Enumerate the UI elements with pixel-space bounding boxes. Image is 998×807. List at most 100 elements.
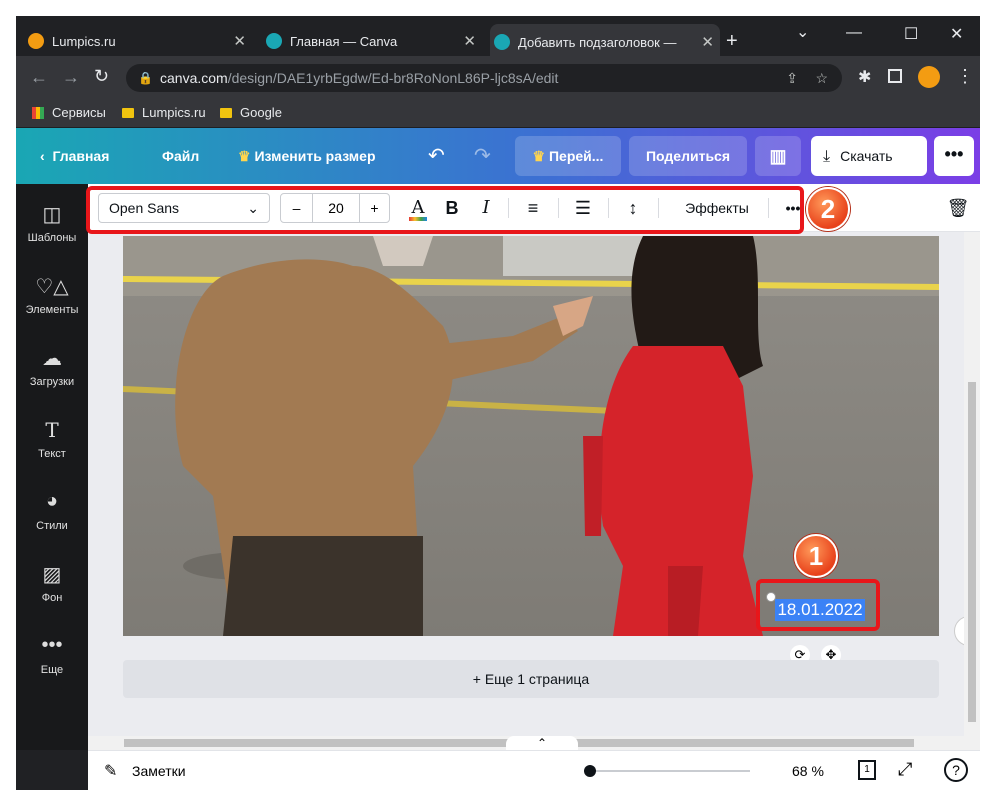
text-icon: T: [45, 418, 59, 442]
share-button[interactable]: Поделиться: [629, 136, 747, 176]
crown-icon: ♛: [238, 148, 251, 164]
sidebar-item-templates[interactable]: ◫ Шаблоны: [16, 202, 88, 244]
browser-window: Lumpics.ru ✕ Главная — Canva ✕ Добавить …: [16, 16, 980, 790]
new-tab-icon[interactable]: +: [726, 30, 738, 53]
download-button[interactable]: ⤓ Скачать: [811, 136, 927, 176]
step-badge-2: 2: [806, 187, 850, 231]
notes-icon[interactable]: ✎: [104, 761, 117, 781]
download-label: Скачать: [840, 148, 893, 164]
editor-sidebar: ◫ Шаблоны ♡△ Элементы ☁ Загрузки T Текст ◕ Ст…: [16, 184, 88, 750]
close-tab-icon[interactable]: ✕: [463, 32, 476, 50]
folder-icon: [122, 107, 134, 118]
design-canvas: 18.01.2022 ⟳ ✥ + Еще 1 страница: [88, 232, 980, 736]
upgrade-label: Перей...: [548, 148, 604, 164]
bottom-bar: ✎ Заметки 68 % 1 ⤢ ?: [88, 750, 980, 790]
back-icon[interactable]: ←: [30, 67, 48, 88]
bookmarks-bar: Сервисы Lumpics.ru Google: [16, 100, 980, 128]
vertical-scrollbar[interactable]: [964, 232, 980, 736]
toolbar-highlight: [86, 186, 804, 234]
bookmark-label: Сервисы: [52, 105, 106, 120]
sidebar-item-text[interactable]: T Текст: [16, 418, 88, 460]
sidebar-item-label: Текст: [38, 448, 66, 460]
bookmark-services[interactable]: Сервисы: [32, 105, 106, 120]
help-icon[interactable]: ?: [944, 758, 968, 782]
tab-lumpics[interactable]: Lumpics.ru ✕: [24, 26, 252, 56]
lumpics-favicon-icon: [28, 33, 44, 49]
profile-avatar[interactable]: [918, 66, 940, 88]
minimize-icon[interactable]: —: [846, 24, 862, 42]
elements-icon: ♡△: [35, 276, 69, 298]
maximize-icon[interactable]: ☐: [904, 24, 918, 44]
folder-icon: [220, 107, 232, 118]
upgrade-button[interactable]: ♛ Перей...: [515, 136, 621, 176]
templates-icon: ◫: [42, 204, 62, 226]
step-badge-1: 1: [794, 534, 838, 578]
lock-icon: 🔒: [138, 71, 153, 85]
url-path: /design/DAE1yrbEgdw/Ed-br8RoNonL86P-ljc8…: [227, 70, 559, 86]
menu-kebab-icon[interactable]: ⋮: [956, 66, 974, 87]
url-host: canva.com: [160, 70, 228, 86]
fullscreen-icon[interactable]: ⤢: [898, 759, 912, 780]
more-dots-icon: •••: [41, 634, 63, 656]
canva-favicon-icon: [266, 33, 282, 49]
bookmark-google[interactable]: Google: [220, 105, 282, 120]
extensions-icon[interactable]: ✱: [858, 67, 871, 87]
crown-icon: ♛: [532, 148, 546, 164]
insights-icon[interactable]: ▥: [755, 136, 801, 176]
undo-icon[interactable]: ↶: [428, 128, 445, 184]
sidebar-item-more[interactable]: ••• Еще: [16, 634, 88, 676]
resize-button[interactable]: ♛ Изменить размер: [238, 128, 376, 184]
side-panel-icon[interactable]: [888, 69, 902, 83]
resize-label: Изменить размер: [254, 148, 376, 164]
sidebar-item-label: Фон: [41, 592, 63, 604]
tab-title: Добавить подзаголовок — 12: [518, 34, 678, 50]
text-highlight: [756, 579, 880, 631]
close-window-icon[interactable]: ✕: [950, 24, 963, 44]
zoom-value[interactable]: 68 %: [792, 763, 824, 779]
tab-title: Lumpics.ru: [52, 33, 116, 49]
sidebar-item-label: Шаблоны: [27, 232, 77, 244]
sidebar-item-styles[interactable]: ◕ Стили: [16, 490, 88, 532]
share-page-icon[interactable]: ⇪: [786, 64, 798, 92]
close-tab-icon[interactable]: ✕: [701, 33, 714, 51]
bookmark-lumpics[interactable]: Lumpics.ru: [122, 105, 206, 120]
tab-canva-design[interactable]: Добавить подзаголовок — 12 ✕: [490, 24, 720, 60]
upload-cloud-icon: ☁: [42, 348, 62, 370]
notes-button[interactable]: Заметки: [132, 763, 186, 779]
tab-title: Главная — Canva: [290, 33, 398, 49]
add-page-button[interactable]: + Еще 1 страница: [123, 660, 939, 698]
chevron-left-icon: ‹: [40, 148, 45, 164]
trash-icon[interactable]: 🗑: [946, 193, 970, 223]
zoom-slider-handle[interactable]: [584, 765, 596, 777]
address-bar-row: ← → ↻ 🔒 canva.com/design/DAE1yrbEgdw/Ed-…: [16, 56, 980, 100]
tab-search-icon[interactable]: ⌄: [796, 22, 809, 42]
bookmark-star-icon[interactable]: ☆: [815, 64, 828, 92]
file-menu[interactable]: Файл: [162, 128, 199, 184]
sidebar-item-label: Стили: [36, 520, 68, 532]
background-pattern-icon: ▨: [42, 564, 62, 586]
download-icon: ⤓: [823, 148, 831, 165]
reload-icon[interactable]: ↻: [94, 66, 109, 87]
redo-icon[interactable]: ↷: [474, 128, 491, 184]
close-tab-icon[interactable]: ✕: [233, 32, 246, 50]
home-label: Главная: [52, 148, 110, 164]
url-field[interactable]: 🔒 canva.com/design/DAE1yrbEgdw/Ed-br8RoN…: [126, 64, 842, 92]
zoom-slider[interactable]: [584, 765, 750, 777]
home-button[interactable]: ‹ Главная: [40, 128, 109, 184]
sidebar-item-elements[interactable]: ♡△ Элементы: [16, 274, 88, 316]
sidebar-item-label: Элементы: [25, 304, 79, 316]
tab-canva-home[interactable]: Главная — Canva ✕: [262, 26, 482, 56]
apps-grid-icon: [32, 106, 44, 119]
bookmark-label: Google: [240, 105, 282, 120]
canva-favicon-icon: [494, 34, 510, 50]
palette-icon: ◕: [45, 490, 59, 512]
sidebar-item-label: Еще: [40, 664, 64, 676]
forward-icon[interactable]: →: [62, 67, 80, 88]
bookmark-label: Lumpics.ru: [142, 105, 206, 120]
sidebar-item-label: Загрузки: [29, 376, 75, 388]
more-options-button[interactable]: •••: [934, 136, 974, 176]
sidebar-item-uploads[interactable]: ☁ Загрузки: [16, 346, 88, 388]
sidebar-item-background[interactable]: ▨ Фон: [16, 562, 88, 604]
page-count-icon[interactable]: 1: [858, 760, 876, 780]
canva-header: ‹ Главная Файл ♛ Изменить размер ↶ ↷ ♛ П…: [16, 128, 980, 184]
